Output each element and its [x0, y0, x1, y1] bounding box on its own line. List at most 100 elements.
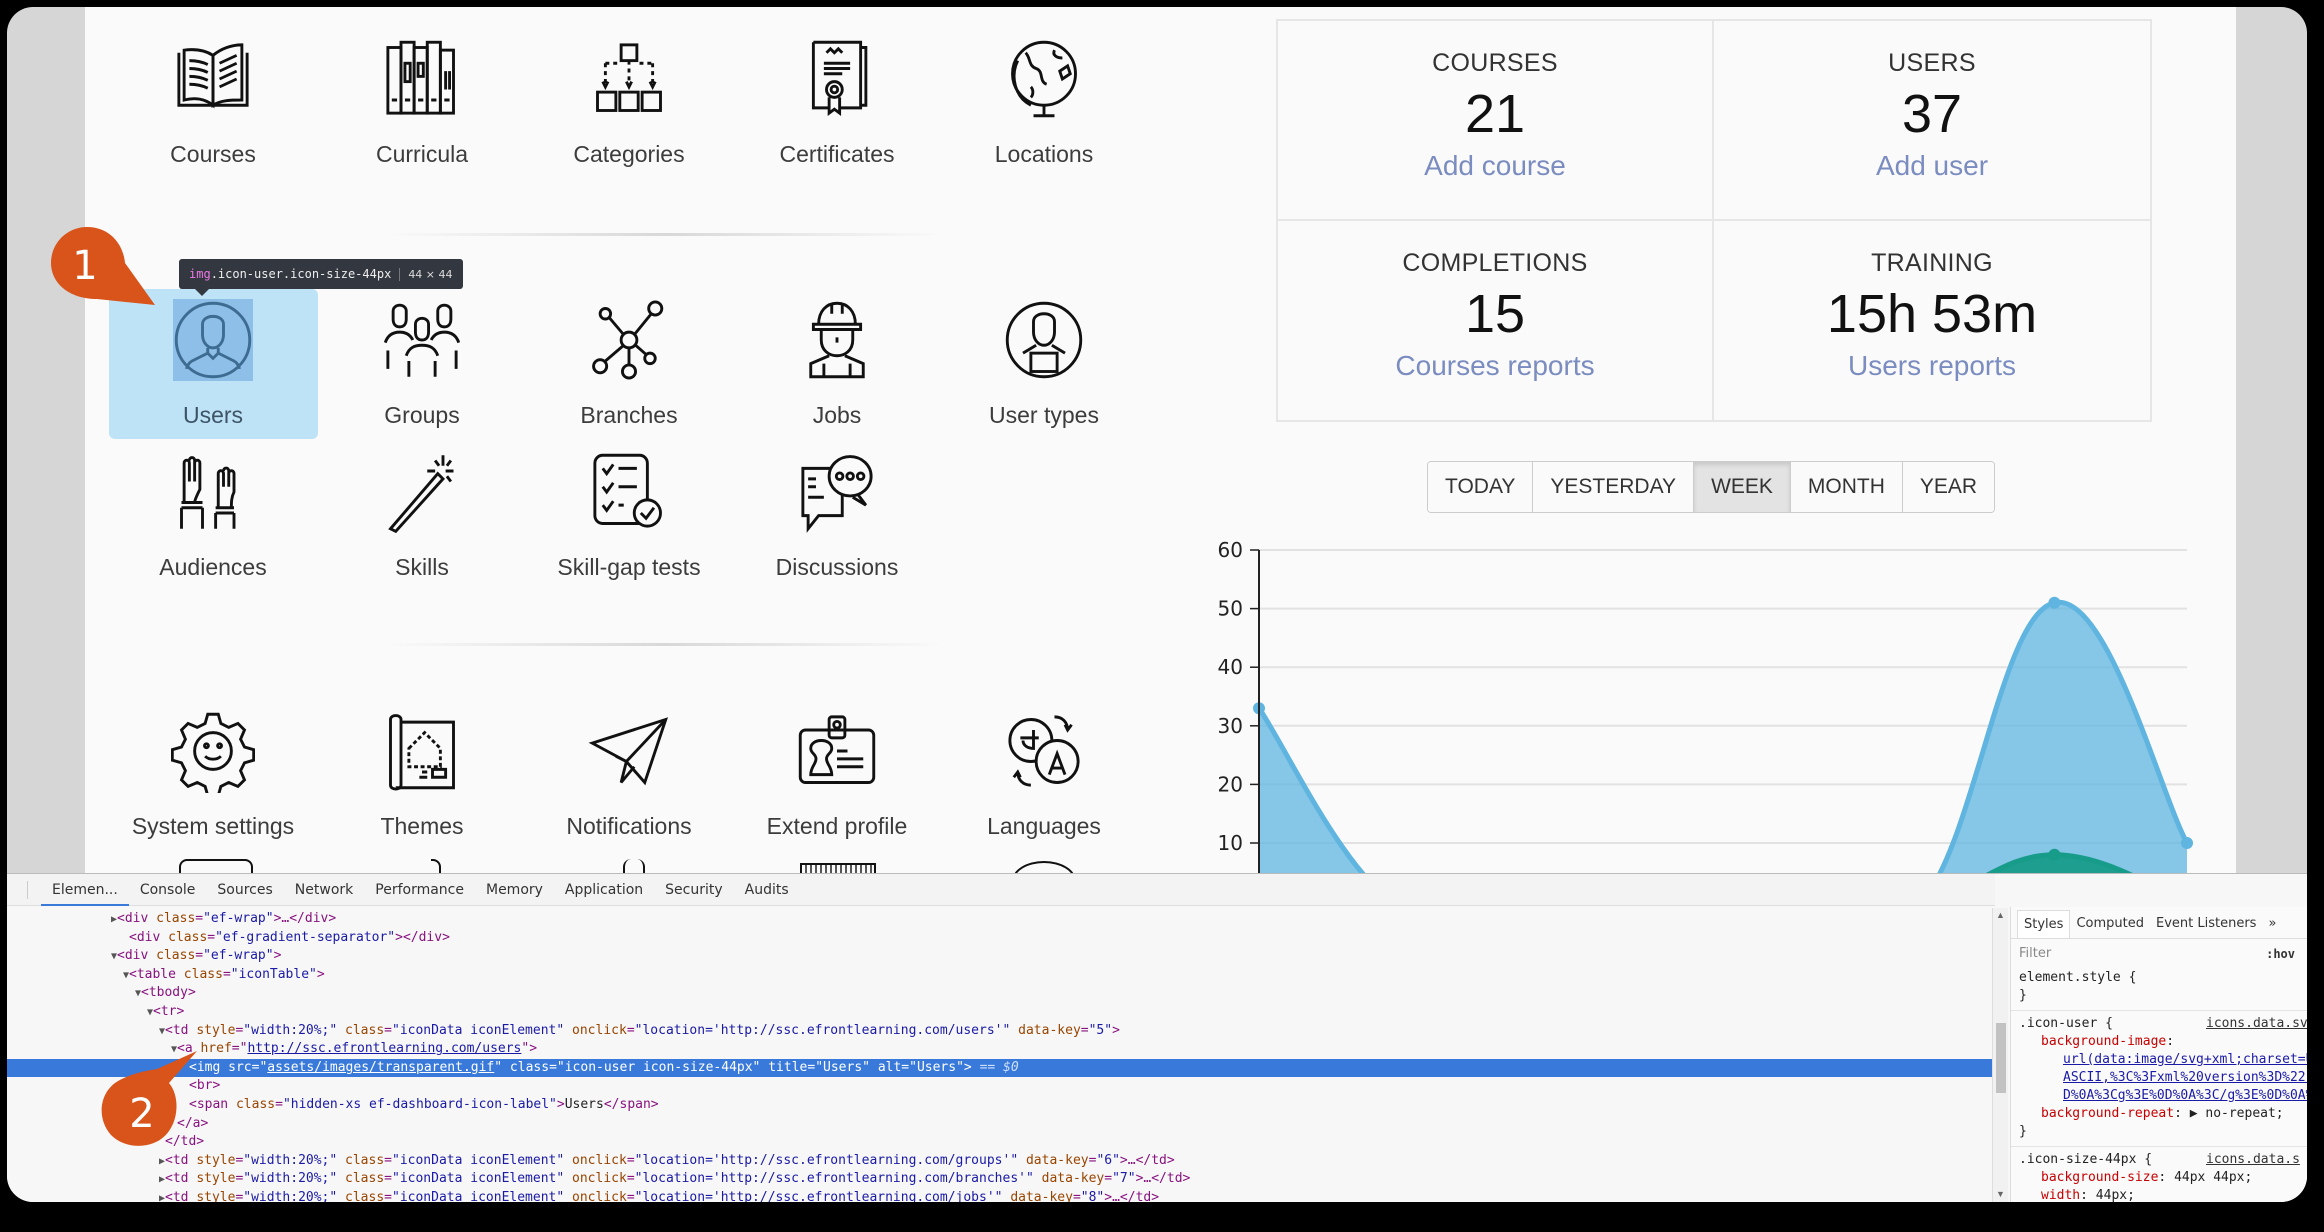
css-url-value[interactable]: url(data:image/svg+xml;charset=US- [2019, 1052, 2307, 1067]
dom-tree-scrollbar[interactable]: ▲ ▼ [1992, 908, 2008, 1202]
dom-token: "icon-user icon-size-44px" [556, 1059, 761, 1075]
dom-node[interactable]: <span class="hidden-xs ef-dashboard-icon… [7, 1096, 1992, 1114]
dashboard-icon-languages[interactable]: Languages [944, 709, 1144, 840]
dom-token: <div [117, 911, 157, 926]
courses-reports-link[interactable]: Courses reports [1278, 350, 1712, 382]
styles-tab-computed[interactable]: Computed [2070, 910, 2150, 938]
dom-node[interactable]: ▼<td style="width:20%;" class="iconData … [7, 1022, 1992, 1040]
devtools-tab-audits[interactable]: Audits [734, 874, 800, 906]
dashboard-icon-categories[interactable]: Categories [529, 37, 729, 168]
users-reports-link[interactable]: Users reports [1714, 350, 2150, 382]
indent: ▼ [7, 1022, 165, 1041]
css-property-value: 44px; [2095, 1188, 2135, 1202]
devtools-tab-application[interactable]: Application [554, 874, 654, 906]
dom-token [1034, 1171, 1042, 1186]
dom-token: <div [129, 929, 169, 945]
dashboard-icon-audiences[interactable]: Audiences [113, 450, 313, 581]
scroll-up-arrow-icon[interactable]: ▲ [1996, 910, 2005, 920]
dom-token: <td [165, 1022, 197, 1038]
css-rules: element.style {} .icon-user {icons.data.s… [2011, 969, 2307, 1202]
css-declaration[interactable]: url(data:image/svg+xml;charset=US- [2011, 1051, 2307, 1069]
rule-source-link[interactable]: icons.data.svg [2206, 1015, 2307, 1033]
range-month-button[interactable]: MONTH [1790, 462, 1903, 512]
dashboard-icon-locations[interactable]: Locations [944, 37, 1144, 168]
css-url-value[interactable]: D%0A%3Cg%3E%0D%0A%3C/g%3E%0D%0A% [2019, 1088, 2307, 1103]
icon-label: Jobs [812, 402, 862, 428]
add-user-link[interactable]: Add user [1714, 150, 2150, 182]
range-today-button[interactable]: TODAY [1428, 462, 1534, 512]
css-property-name: background-size [2041, 1170, 2159, 1185]
dom-token: = [222, 966, 231, 982]
hov-toggle[interactable]: :hov [2266, 939, 2295, 969]
more-tabs-chevron-icon[interactable]: » [2262, 910, 2282, 938]
dashboard-icon-extend-profile[interactable]: Extend profile [737, 709, 937, 840]
scroll-thumb[interactable] [1996, 1023, 2006, 1093]
css-declaration[interactable]: ASCII,%3C%3Fxml%20version%3D%221 [2011, 1069, 2307, 1087]
styles-tab-event-listeners[interactable]: Event Listeners [2150, 910, 2262, 938]
icon-label: Locations [994, 141, 1094, 167]
dom-node[interactable]: ▶<div class="ef-wrap">…</div> [7, 910, 1992, 928]
dashboard-icon-curricula[interactable]: Curricula [322, 37, 522, 168]
css-declaration[interactable]: D%0A%3Cg%3E%0D%0A%3C/g%3E%0D%0A% [2011, 1087, 2307, 1105]
dom-node[interactable]: <div class="ef-gradient-separator"></div… [7, 929, 1992, 947]
devtools-tab-performance[interactable]: Performance [364, 874, 475, 906]
range-year-button[interactable]: YEAR [1902, 462, 1995, 512]
dashboard-icon-system-settings[interactable]: System settings [113, 709, 313, 840]
dashboard-icon-certificates[interactable]: Certificates [737, 37, 937, 168]
dom-token: class [509, 1059, 550, 1075]
dashboard-icon-branches[interactable]: Branches [529, 298, 729, 429]
styles-tab-styles[interactable]: Styles [2017, 910, 2071, 938]
devtools-tab-elemen[interactable]: Elemen... [41, 874, 129, 906]
range-week-button[interactable]: WEEK [1694, 462, 1791, 512]
dom-token: onclick [572, 1190, 627, 1202]
dom-node[interactable]: ▼<table class="iconTable"> [7, 966, 1992, 984]
dom-node[interactable]: ▼<tbody> [7, 984, 1992, 1002]
dom-node[interactable]: ▼<a href="http://ssc.efrontlearning.com/… [7, 1040, 1992, 1058]
dashboard-icon-courses[interactable]: Courses [113, 37, 313, 168]
dom-link[interactable]: http://ssc.efrontlearning.com/users [247, 1041, 521, 1056]
styles-filter-input[interactable]: Filter :hov [2011, 939, 2307, 969]
rule-separator [2011, 1005, 2307, 1011]
scroll-down-arrow-icon[interactable]: ▼ [1996, 1189, 2005, 1199]
devtools-tab-network[interactable]: Network [284, 874, 364, 906]
dashboard-icon-skills[interactable]: Skills [322, 450, 522, 581]
add-course-link[interactable]: Add course [1278, 150, 1712, 182]
dom-token: > [963, 1059, 980, 1075]
css-url-value[interactable]: ASCII,%3C%3Fxml%20version%3D%221 [2019, 1070, 2307, 1085]
devtools-tab-memory[interactable]: Memory [475, 874, 554, 906]
dom-token: "hidden-xs ef-dashboard-icon-label" [282, 1097, 557, 1112]
css-declaration[interactable]: background-image: [2011, 1033, 2307, 1051]
devtools-tab-security[interactable]: Security [654, 874, 734, 906]
dom-node[interactable]: ▶<td style="width:20%;" class="iconData … [7, 1189, 1992, 1202]
range-yesterday-button[interactable]: YESTERDAY [1533, 462, 1695, 512]
selector-text: .icon-user { [2019, 1016, 2113, 1031]
devtools-tab-console[interactable]: Console [129, 874, 207, 906]
dashboard-icon-jobs[interactable]: Jobs [737, 298, 937, 429]
dashboard-icon-groups[interactable]: Groups [322, 298, 522, 429]
dom-node[interactable]: ▶<td style="width:20%;" class="iconData … [7, 1152, 1992, 1170]
dashboard-icon-skill-gap-tests[interactable]: Skill-gap tests [529, 450, 729, 581]
dom-node[interactable]: </td> [7, 1133, 1992, 1151]
css-declaration[interactable]: background-repeat: ▶ no-repeat; [2011, 1105, 2307, 1123]
dashboard-icon-discussions[interactable]: Discussions [737, 450, 937, 581]
css-rule-selector: .icon-size-44px {icons.data.s [2011, 1151, 2307, 1169]
dashboard-icon-themes[interactable]: Themes [322, 709, 522, 840]
rule-source-link[interactable]: icons.data.s [2206, 1151, 2300, 1169]
dom-node[interactable]: ▼<tr> [7, 1003, 1992, 1021]
dashboard-icon-notifications[interactable]: Notifications [529, 709, 729, 840]
indent: ▼ [7, 966, 129, 985]
dom-token: = [626, 1152, 635, 1168]
dom-node[interactable]: ▶<td style="width:20%;" class="iconData … [7, 1170, 1992, 1188]
dom-node-selected[interactable]: <img src="assets/images/transparent.gif"… [7, 1058, 1992, 1077]
css-declaration[interactable]: width: 44px; [2011, 1187, 2307, 1202]
dom-token: "6" [1096, 1152, 1120, 1168]
dom-node[interactable]: <br> [7, 1077, 1992, 1095]
colon: : [2158, 1170, 2175, 1185]
dom-link[interactable]: assets/images/transparent.gif [267, 1060, 494, 1075]
css-declaration[interactable]: background-size: 44px 44px; [2011, 1169, 2307, 1187]
dom-node[interactable]: ▼<div class="ef-wrap"> [7, 947, 1992, 965]
dashboard-icon-user-types[interactable]: User types [944, 298, 1144, 429]
dom-token: = [195, 911, 204, 926]
dom-node[interactable]: </a> [7, 1115, 1992, 1133]
devtools-tab-sources[interactable]: Sources [206, 874, 283, 906]
